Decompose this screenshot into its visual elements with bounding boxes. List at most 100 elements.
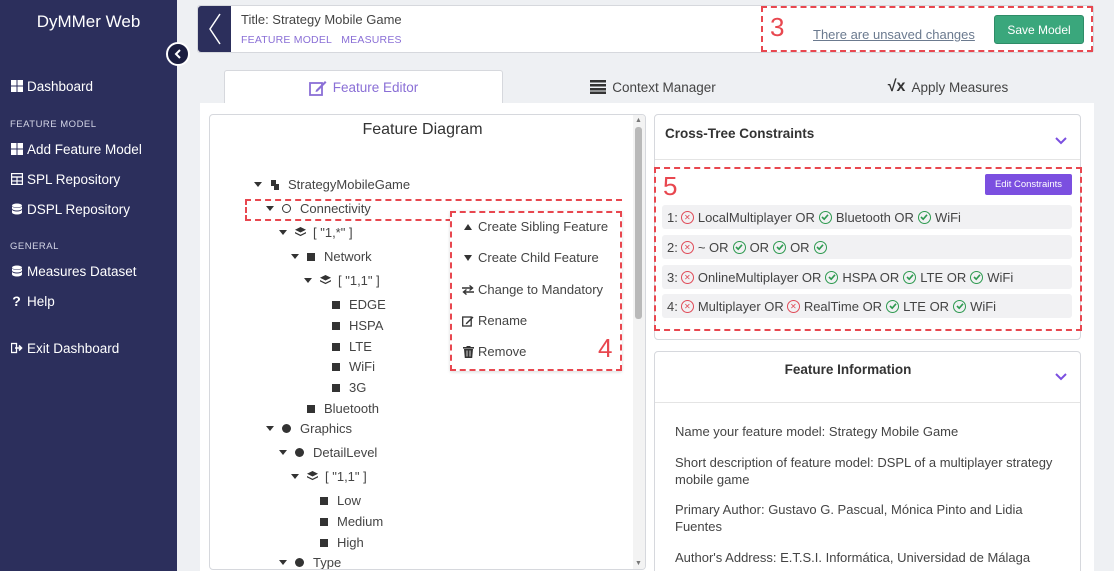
check-icon (886, 299, 900, 313)
tree-node-wifi[interactable]: WiFi (332, 359, 375, 374)
constraint-term: Multiplayer OR (697, 298, 784, 314)
breadcrumb: FEATURE MODEL MEASURES (241, 34, 408, 46)
sidebar-item-exit-dashboard[interactable]: Exit Dashboard (0, 333, 129, 363)
grid-icon (10, 80, 23, 93)
tree-node-label: [ "1,1" ] (325, 469, 367, 484)
tree-node-graphics[interactable]: Graphics (266, 421, 352, 436)
tree-node-label: StrategyMobileGame (288, 177, 411, 192)
constraint-term: Bluetooth OR (835, 209, 914, 225)
constraint-row[interactable]: 1: ✕ LocalMultiplayer OR Bluetooth OR Wi… (662, 205, 1072, 229)
tree-node-label: High (337, 535, 364, 550)
collapse-sidebar-button[interactable] (166, 42, 190, 66)
tree-node-detail-level[interactable]: DetailLevel (279, 445, 377, 460)
context-menu: Create Sibling Feature Create Child Feat… (450, 211, 622, 371)
constraint-row[interactable]: 3: ✕ OnlineMultiplayer OR HSPA OR LTE OR… (662, 265, 1072, 289)
square-icon (320, 517, 328, 526)
caret-down-icon[interactable] (291, 474, 299, 479)
constraint-index: 3: (667, 269, 678, 285)
breadcrumb-feature-model[interactable]: FEATURE MODEL (241, 34, 332, 46)
scroll-up-icon[interactable]: ▲ (635, 117, 642, 124)
sidebar-item-add-feature-model[interactable]: Add Feature Model (0, 134, 152, 164)
tree-node-label: [ "1,*" ] (313, 225, 353, 240)
tree-node-medium[interactable]: Medium (320, 514, 383, 529)
caret-down-icon[interactable] (266, 206, 274, 211)
feature-information-title: Feature Information (784, 362, 912, 377)
caret-down-icon[interactable] (279, 559, 287, 565)
tree-node-bluetooth[interactable]: Bluetooth (307, 401, 379, 416)
constraint-row[interactable]: 2: ✕ ~ OR OR OR (662, 235, 1072, 259)
edit-icon (462, 315, 474, 327)
tab-label: Context Manager (612, 79, 716, 95)
caret-down-icon (462, 252, 474, 264)
caret-down-icon[interactable] (266, 426, 274, 431)
back-button[interactable] (198, 6, 231, 52)
tab-feature-editor[interactable]: Feature Editor (224, 70, 503, 104)
menu-item-create-sibling[interactable]: Create Sibling Feature (462, 219, 608, 234)
tree-node-low[interactable]: Low (320, 493, 361, 508)
menu-item-rename[interactable]: Rename (462, 313, 527, 328)
sidebar-item-label: SPL Repository (27, 171, 121, 187)
breadcrumb-measures[interactable]: MEASURES (341, 34, 402, 46)
database-icon (10, 203, 23, 216)
tree-node-connectivity[interactable]: Connectivity (266, 201, 371, 216)
grid-icon (10, 143, 23, 156)
caret-down-icon[interactable] (279, 230, 287, 235)
edit-constraints-button[interactable]: Edit Constraints (985, 174, 1072, 195)
save-model-button[interactable]: Save Model (994, 15, 1084, 44)
constraint-term: LTE OR (903, 298, 950, 314)
scroll-down-icon[interactable]: ▼ (635, 560, 642, 567)
tree-node-hspa[interactable]: HSPA (332, 318, 383, 333)
square-icon (320, 496, 328, 505)
sidebar-item-label: Exit Dashboard (27, 340, 120, 356)
constraint-term: WiFi (987, 269, 1014, 285)
caret-down-icon[interactable] (254, 182, 262, 187)
tree-node-root[interactable]: StrategyMobileGame (254, 177, 410, 192)
tree-node-group[interactable]: [ "1,1" ] (304, 273, 380, 288)
chevron-down-icon[interactable] (1055, 373, 1067, 381)
tree-node-network[interactable]: Network (291, 249, 372, 264)
tree-node-group[interactable]: [ "1,1" ] (291, 469, 367, 484)
sidebar-item-help[interactable]: ? Help (0, 286, 65, 316)
dead-feature-icon: ✕ (680, 210, 694, 224)
square-icon (332, 342, 340, 351)
sidebar-item-dspl-repository[interactable]: DSPL Repository (0, 194, 140, 224)
check-icon (773, 240, 787, 254)
annotation-number-3: 3 (770, 12, 785, 42)
tree-node-label: Low (337, 493, 361, 508)
sidebar-item-label: Measures Dataset (27, 263, 137, 279)
tree-node-group[interactable]: [ "1,*" ] (279, 225, 353, 240)
menu-item-remove[interactable]: Remove (462, 344, 526, 359)
sidebar: DyMMer Web Dashboard FEATURE MODEL Add F… (0, 0, 177, 571)
caret-down-icon[interactable] (304, 278, 312, 283)
square-icon (307, 404, 315, 413)
menu-item-label: Create Sibling Feature (478, 219, 609, 234)
feature-info-address: Author's Address: E.T.S.I. Informática, … (675, 550, 1031, 565)
chevron-down-icon[interactable] (1055, 137, 1067, 145)
tree-node-label: [ "1,1" ] (338, 273, 380, 288)
constraint-term: LTE OR (920, 269, 967, 285)
dead-feature-icon: ✕ (786, 299, 800, 313)
tree-node-label: Bluetooth (324, 401, 379, 416)
caret-down-icon[interactable] (279, 450, 287, 455)
constraint-index: 1: (667, 209, 678, 225)
sidebar-item-dashboard[interactable]: Dashboard (0, 71, 103, 101)
menu-item-change-mandatory[interactable]: Change to Mandatory (462, 282, 603, 297)
sidebar-item-measures-dataset[interactable]: Measures Dataset (0, 256, 147, 286)
menu-item-create-child[interactable]: Create Child Feature (462, 250, 599, 265)
unsaved-changes-link[interactable]: There are unsaved changes (813, 27, 975, 42)
tab-apply-measures[interactable]: √x Apply Measures (803, 70, 1093, 104)
tree-node-label: Graphics (300, 421, 353, 436)
scrollbar[interactable]: ▲ ▼ (633, 115, 645, 569)
scroll-thumb[interactable] (635, 127, 642, 319)
feature-info-name: Name your feature model: Strategy Mobile… (675, 424, 959, 439)
check-icon (818, 210, 832, 224)
tree-node-3g[interactable]: 3G (332, 380, 366, 395)
sidebar-item-spl-repository[interactable]: SPL Repository (0, 164, 130, 194)
constraint-row[interactable]: 4: ✕ Multiplayer OR ✕ RealTime OR LTE OR… (662, 294, 1072, 318)
caret-down-icon[interactable] (291, 254, 299, 259)
tree-node-edge[interactable]: EDGE (332, 297, 386, 312)
tree-node-high[interactable]: High (320, 535, 364, 550)
tree-node-lte[interactable]: LTE (332, 339, 372, 354)
tree-node-type[interactable]: Type (279, 555, 341, 569)
tab-context-manager[interactable]: Context Manager (503, 70, 803, 104)
